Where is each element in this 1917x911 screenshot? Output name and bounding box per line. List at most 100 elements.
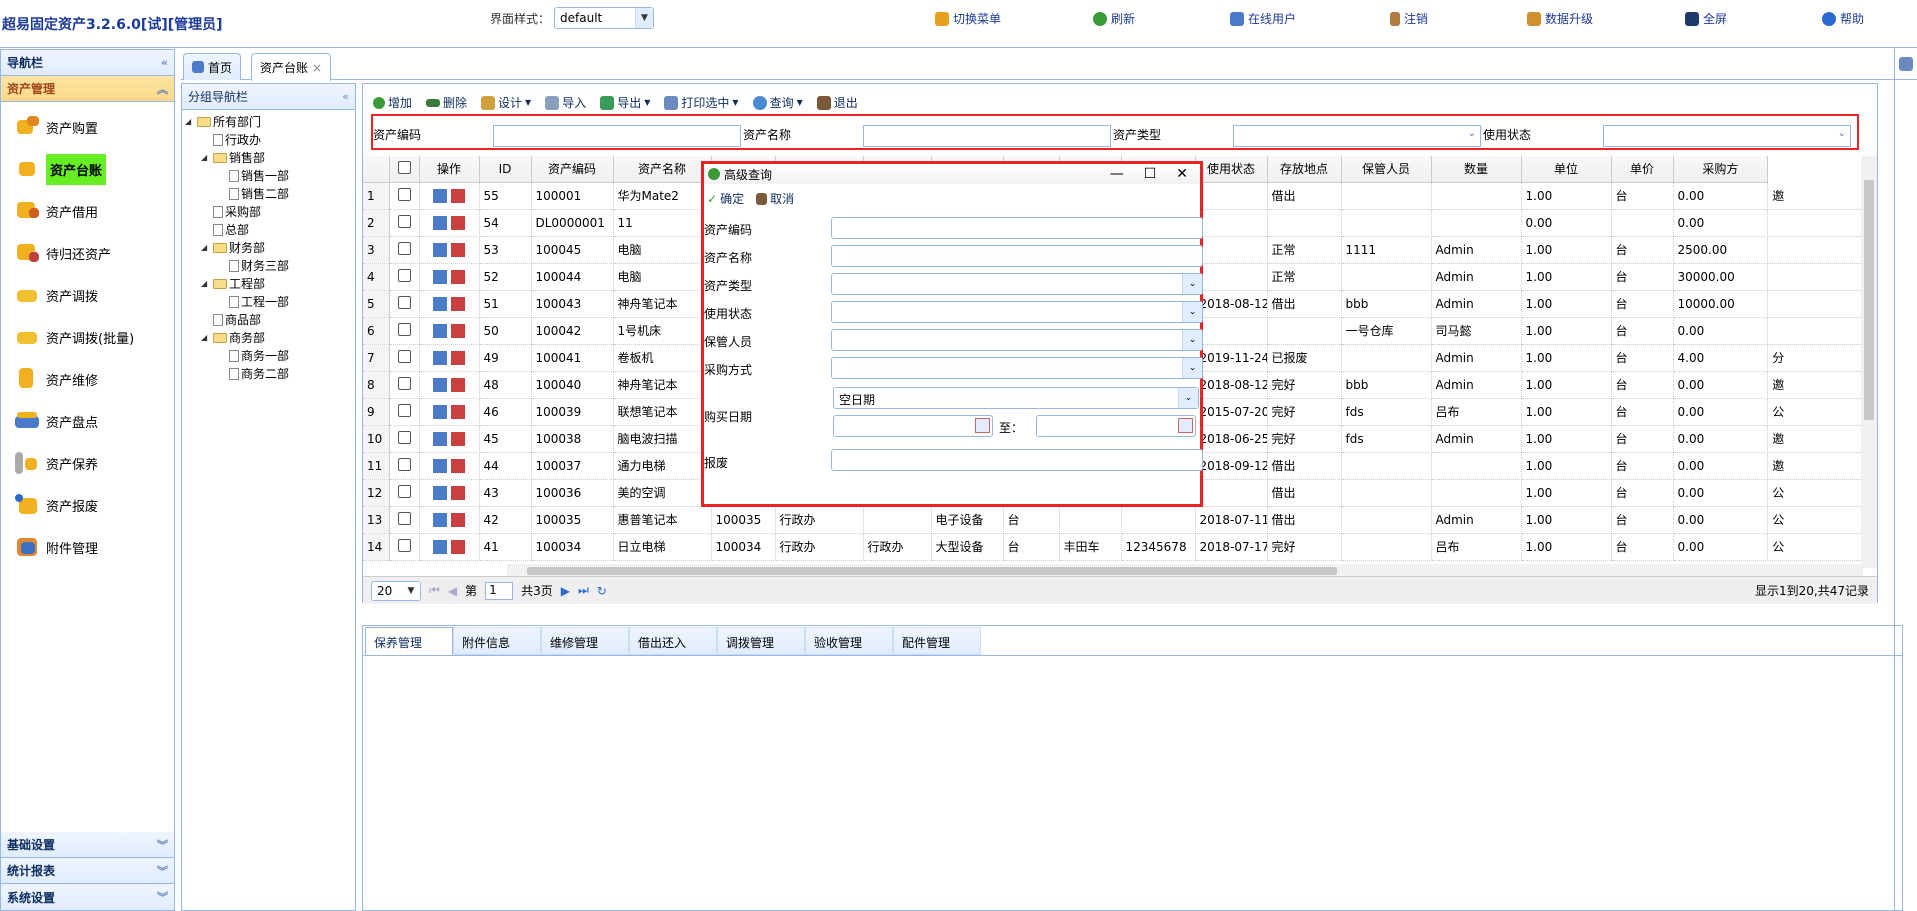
row-checkbox[interactable]: [397, 430, 411, 444]
switch-menu-button[interactable]: 切换菜单: [935, 10, 1001, 27]
field-type-select[interactable]: ⌄: [831, 273, 1203, 295]
column-header[interactable]: 单价: [1611, 156, 1674, 183]
date-mode-select[interactable]: 空日期 ⌄: [833, 387, 1199, 409]
trash-icon[interactable]: [450, 539, 465, 554]
nav-section-reports[interactable]: 统计报表 ︾: [1, 858, 174, 884]
nav-item-pending-return[interactable]: 待归还资产: [1, 232, 174, 274]
row-checkbox[interactable]: [397, 349, 411, 363]
nav-item-transfer[interactable]: 资产调拨: [1, 274, 174, 316]
row-checkbox[interactable]: [397, 187, 411, 201]
search-name-input[interactable]: [863, 125, 1111, 147]
trash-icon[interactable]: [450, 215, 465, 230]
trash-icon[interactable]: [450, 431, 465, 446]
column-header[interactable]: 保管人员: [1341, 156, 1432, 183]
row-checkbox[interactable]: [397, 457, 411, 471]
row-checkbox-cell[interactable]: [389, 506, 420, 534]
nav-item-attachments[interactable]: 附件管理: [1, 526, 174, 568]
date-to-input[interactable]: [1036, 415, 1196, 437]
tree-node[interactable]: 商务二部: [185, 365, 352, 383]
import-button[interactable]: 导入: [545, 94, 586, 111]
first-page-icon[interactable]: ⏮: [429, 583, 440, 598]
nav-section-system[interactable]: 系统设置 ︾: [1, 884, 174, 910]
logout-button[interactable]: 注销: [1390, 10, 1428, 27]
field-name-input[interactable]: [831, 245, 1203, 267]
nav-item-maintenance[interactable]: 资产保养: [1, 442, 174, 484]
search-code-input[interactable]: [493, 125, 741, 147]
tree-node[interactable]: 财务三部: [185, 257, 352, 275]
select-all-checkbox[interactable]: [397, 160, 411, 174]
chevron-down-icon[interactable]: ▼: [635, 8, 654, 28]
calendar-icon[interactable]: [1178, 418, 1193, 433]
row-checkbox-cell[interactable]: [389, 398, 420, 426]
tree-node[interactable]: 采购部: [185, 203, 352, 221]
delete-button[interactable]: 删除: [426, 94, 467, 111]
trash-icon[interactable]: [450, 485, 465, 500]
detail-tab[interactable]: 维修管理: [541, 627, 629, 655]
row-checkbox[interactable]: [397, 214, 411, 228]
last-page-icon[interactable]: ⏭: [578, 583, 589, 598]
tree-node[interactable]: 行政办: [185, 131, 352, 149]
trash-icon[interactable]: [450, 512, 465, 527]
online-users-button[interactable]: 在线用户: [1230, 10, 1296, 27]
column-header[interactable]: 数量: [1431, 156, 1522, 183]
edit-icon[interactable]: [433, 512, 448, 527]
design-button[interactable]: 设计 ▼: [481, 94, 531, 111]
close-icon[interactable]: ×: [312, 61, 322, 75]
page-size-select[interactable]: 20 ▼: [371, 580, 421, 601]
detail-tab[interactable]: 配件管理: [893, 627, 981, 655]
add-button[interactable]: 增加: [373, 94, 412, 111]
row-checkbox-cell[interactable]: [389, 344, 420, 372]
nav-item-scrap[interactable]: 资产报废: [1, 484, 174, 526]
row-checkbox-cell[interactable]: [389, 209, 420, 237]
detail-tab[interactable]: 验收管理: [805, 627, 893, 655]
row-checkbox[interactable]: [397, 268, 411, 282]
maximize-icon[interactable]: ☐: [1144, 166, 1157, 182]
edit-icon[interactable]: [433, 296, 448, 311]
reload-icon[interactable]: ↻: [597, 584, 607, 598]
detail-tab[interactable]: 附件信息: [453, 627, 541, 655]
tree-node[interactable]: ◢ 工程部: [185, 275, 352, 293]
nav-section-basic[interactable]: 基础设置 ︾: [1, 832, 174, 858]
tree-node[interactable]: ◢ 商务部: [185, 329, 352, 347]
search-type-select[interactable]: ⌄: [1233, 125, 1481, 147]
edit-icon[interactable]: [433, 431, 448, 446]
column-header[interactable]: 资产编码: [531, 156, 614, 183]
page-input[interactable]: 1: [485, 581, 514, 600]
date-from-input[interactable]: [833, 415, 993, 437]
tree-node[interactable]: 工程一部: [185, 293, 352, 311]
trash-icon[interactable]: [450, 323, 465, 338]
fullscreen-button[interactable]: 全屏: [1685, 10, 1727, 27]
edit-icon[interactable]: [433, 377, 448, 392]
prev-page-icon[interactable]: ◀: [448, 584, 457, 598]
detail-tab[interactable]: 保养管理: [365, 627, 453, 655]
row-checkbox[interactable]: [397, 538, 411, 552]
trash-icon[interactable]: [450, 269, 465, 284]
edit-icon[interactable]: [433, 215, 448, 230]
row-checkbox-cell[interactable]: [389, 317, 420, 345]
trash-icon[interactable]: [450, 242, 465, 257]
tree-node[interactable]: ◢ 财务部: [185, 239, 352, 257]
collapse-icon[interactable]: «: [342, 90, 349, 103]
nav-item-purchase[interactable]: 资产购置: [1, 106, 174, 148]
nav-item-repair[interactable]: 资产维修: [1, 358, 174, 400]
theme-select[interactable]: default ▼: [554, 7, 655, 29]
field-status-select[interactable]: ⌄: [831, 301, 1203, 323]
help-button[interactable]: 帮助: [1822, 10, 1864, 27]
expand-icon[interactable]: [1899, 57, 1913, 71]
detail-tab[interactable]: 借出还入: [629, 627, 717, 655]
column-header[interactable]: 采购方: [1673, 156, 1769, 183]
close-icon[interactable]: ✕: [1176, 166, 1188, 182]
search-status-select[interactable]: ⌄: [1603, 125, 1851, 147]
column-header[interactable]: 存放地点: [1267, 156, 1342, 183]
trash-icon[interactable]: [450, 404, 465, 419]
edit-icon[interactable]: [433, 458, 448, 473]
detail-tab[interactable]: 调拨管理: [717, 627, 805, 655]
row-checkbox-cell[interactable]: [389, 236, 420, 264]
column-header[interactable]: 使用状态: [1195, 156, 1268, 183]
collapse-icon[interactable]: «: [161, 56, 168, 69]
tree-node[interactable]: 总部: [185, 221, 352, 239]
expand-icon[interactable]: ◢: [201, 239, 211, 257]
row-checkbox[interactable]: [397, 403, 411, 417]
tree-node[interactable]: 商务一部: [185, 347, 352, 365]
confirm-button[interactable]: ✓ 确定: [707, 190, 744, 207]
